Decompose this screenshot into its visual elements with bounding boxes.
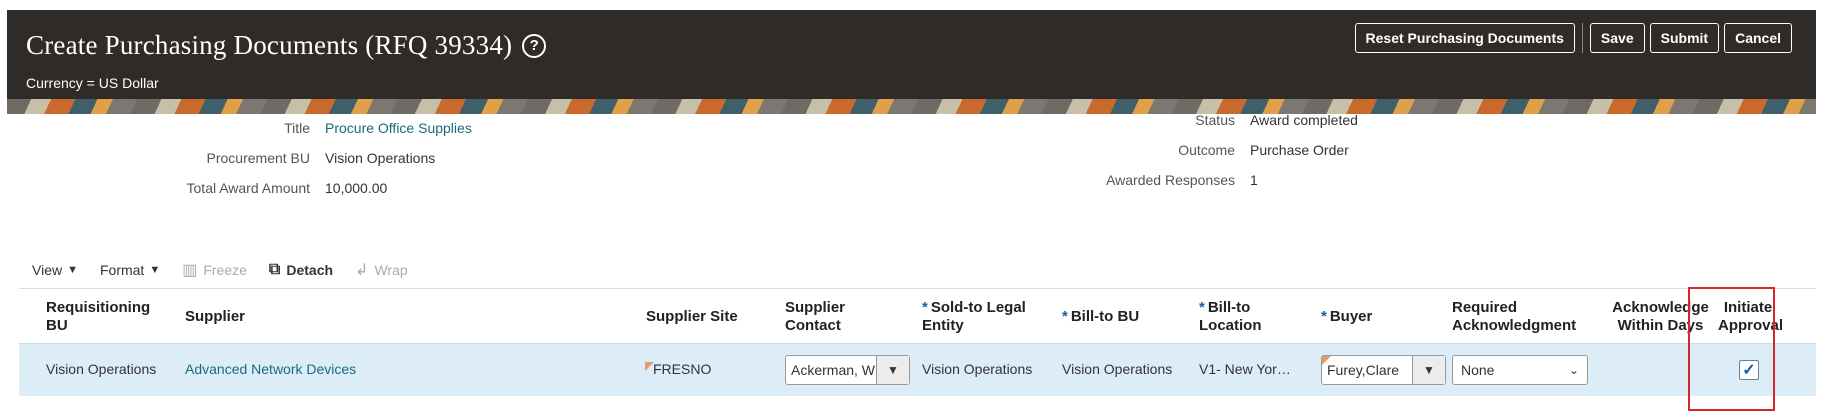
save-button[interactable]: Save <box>1589 23 1645 53</box>
caret-down-icon: ▼ <box>67 264 78 276</box>
wrap-button[interactable]: ↲ Wrap <box>355 260 408 280</box>
column-header-required-acknowledgment[interactable]: Required Acknowledgment <box>1452 299 1592 335</box>
field-value: 1 <box>1250 172 1258 188</box>
table-toolbar: View ▼ Format ▼ ▥ Freeze ⧉ Detach ↲ Wrap <box>32 260 430 280</box>
supplier-contact-combobox[interactable]: Ackerman, W ▼ <box>785 355 910 385</box>
help-icon[interactable]: ? <box>522 33 547 58</box>
header-banner-image <box>7 99 1816 114</box>
view-menu[interactable]: View ▼ <box>32 262 78 278</box>
column-header-bill-to-bu[interactable]: * Bill-to BU <box>1062 308 1139 326</box>
header-text: Buyer <box>1329 308 1373 325</box>
cell-sold-to-legal-entity: Vision Operations <box>922 361 1033 377</box>
field-total-award-amount: Total Award Amount 10,000.00 <box>50 178 388 198</box>
field-value: Vision Operations <box>325 150 436 166</box>
field-title: Title Procure Office Supplies <box>50 118 472 138</box>
table-header-row: Requisitioning BU Supplier Supplier Site… <box>19 288 1816 343</box>
submit-button[interactable]: Submit <box>1649 23 1720 53</box>
field-procurement-bu: Procurement BU Vision Operations <box>50 148 436 168</box>
column-header-buyer[interactable]: * Buyer <box>1321 308 1372 326</box>
supplier-contact-value: Ackerman, W <box>791 362 876 378</box>
column-header-sold-to-legal-entity[interactable]: * Sold-to Legal Entity <box>922 299 1052 335</box>
detach-button[interactable]: ⧉ Detach <box>269 261 333 279</box>
field-value: Purchase Order <box>1250 142 1349 158</box>
chevron-down-icon: ⌄ <box>1568 363 1579 377</box>
purchasing-documents-table: Requisitioning BU Supplier Supplier Site… <box>19 288 1816 396</box>
column-header-bill-to-location[interactable]: * Bill-to Location <box>1199 299 1289 335</box>
detach-label: Detach <box>286 262 334 278</box>
changed-indicator-icon <box>1322 356 1331 365</box>
format-menu[interactable]: Format ▼ <box>100 262 160 278</box>
field-outcome: Outcome Purchase Order <box>1085 140 1349 160</box>
buyer-value: Furey,Clare <box>1327 362 1400 378</box>
currency-label: Currency = US Dollar <box>26 75 159 91</box>
column-header-supplier-contact[interactable]: Supplier Contact <box>785 299 865 335</box>
required-indicator: * <box>1199 299 1205 316</box>
cell-requisitioning-bu: Vision Operations <box>46 361 157 377</box>
required-acknowledgment-value: None <box>1461 362 1495 378</box>
field-value: Award completed <box>1250 112 1358 128</box>
page-title: Create Purchasing Documents (RFQ 39334) <box>26 30 513 60</box>
table-row[interactable]: Vision Operations Advanced Network Devic… <box>19 343 1816 396</box>
highlight-box <box>1688 287 1775 411</box>
freeze-button[interactable]: ▥ Freeze <box>182 260 247 280</box>
field-label: Status <box>1195 112 1235 128</box>
wrap-icon: ↲ <box>355 262 369 279</box>
field-label: Outcome <box>1178 142 1235 158</box>
supplier-link[interactable]: Advanced Network Devices <box>185 361 356 377</box>
detach-icon: ⧉ <box>268 261 281 278</box>
header-text: Bill-to BU <box>1070 308 1140 325</box>
field-awarded-responses: Awarded Responses 1 <box>1085 170 1258 190</box>
button-divider <box>1581 23 1583 53</box>
view-label: View <box>32 262 63 278</box>
field-label: Total Award Amount <box>186 180 310 196</box>
field-status: Status Award completed <box>1085 110 1358 130</box>
page-header: Create Purchasing Documents (RFQ 39334) … <box>7 10 1816 114</box>
field-label: Procurement BU <box>206 150 310 166</box>
header-text: Sold-to Legal Entity <box>922 299 1026 334</box>
buyer-combobox[interactable]: Furey,Clare ▼ <box>1321 355 1446 385</box>
cell-supplier-site: FRESNO <box>653 361 712 377</box>
cell-bill-to-location: V1- New Yor… <box>1199 361 1291 377</box>
header-text: Bill-to Location <box>1199 299 1262 334</box>
chevron-down-icon[interactable]: ▼ <box>1412 356 1445 384</box>
chevron-down-icon[interactable]: ▼ <box>876 356 909 384</box>
required-indicator: * <box>1062 308 1068 325</box>
freeze-icon: ▥ <box>182 262 198 279</box>
format-label: Format <box>99 262 145 278</box>
required-acknowledgment-select[interactable]: None ⌄ <box>1452 355 1588 385</box>
column-header-supplier[interactable]: Supplier <box>185 308 245 326</box>
cancel-button[interactable]: Cancel <box>1724 23 1792 53</box>
required-indicator: * <box>1321 308 1327 325</box>
field-value: 10,000.00 <box>325 180 388 196</box>
reset-purchasing-documents-button[interactable]: Reset Purchasing Documents <box>1354 23 1575 53</box>
cell-bill-to-bu: Vision Operations <box>1062 361 1173 377</box>
title-link[interactable]: Procure Office Supplies <box>325 120 472 136</box>
column-header-supplier-site[interactable]: Supplier Site <box>646 308 738 326</box>
caret-down-icon: ▼ <box>149 264 161 276</box>
required-indicator: * <box>922 299 928 316</box>
field-label: Awarded Responses <box>1106 172 1235 188</box>
freeze-label: Freeze <box>203 262 247 278</box>
wrap-label: Wrap <box>374 262 408 278</box>
field-label: Title <box>284 120 310 136</box>
column-header-requisitioning-bu[interactable]: Requisitioning BU <box>46 299 156 335</box>
